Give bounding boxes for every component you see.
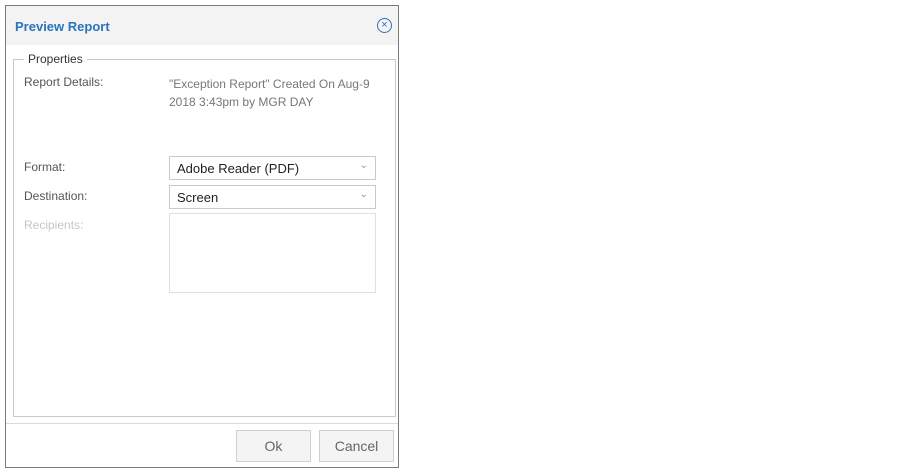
destination-label: Destination: (24, 189, 88, 203)
dialog-titlebar: Preview Report × (6, 6, 398, 45)
format-label: Format: (24, 160, 66, 174)
recipients-label: Recipients: (24, 218, 84, 232)
report-details-label: Report Details: (24, 75, 104, 89)
properties-legend: Properties (24, 52, 87, 66)
cancel-button[interactable]: Cancel (319, 430, 394, 462)
dialog-title: Preview Report (15, 19, 110, 34)
chevron-down-icon: ⌄ (359, 189, 368, 200)
format-selected-value: Adobe Reader (PDF) (177, 161, 300, 176)
preview-report-dialog: Preview Report × Properties Report Detai… (5, 5, 399, 468)
destination-selected-value: Screen (177, 190, 219, 205)
properties-fieldset: Properties Report Details: "Exception Re… (13, 52, 396, 417)
recipients-textarea (169, 213, 376, 293)
ok-button[interactable]: Ok (236, 430, 311, 462)
format-select[interactable]: Adobe Reader (PDF) ⌄ (169, 156, 376, 180)
close-icon[interactable]: × (377, 18, 392, 33)
footer-divider (6, 423, 398, 424)
chevron-down-icon: ⌄ (359, 160, 368, 171)
report-details-value: "Exception Report" Created On Aug-9 2018… (169, 77, 370, 109)
destination-select[interactable]: Screen ⌄ (169, 185, 376, 209)
